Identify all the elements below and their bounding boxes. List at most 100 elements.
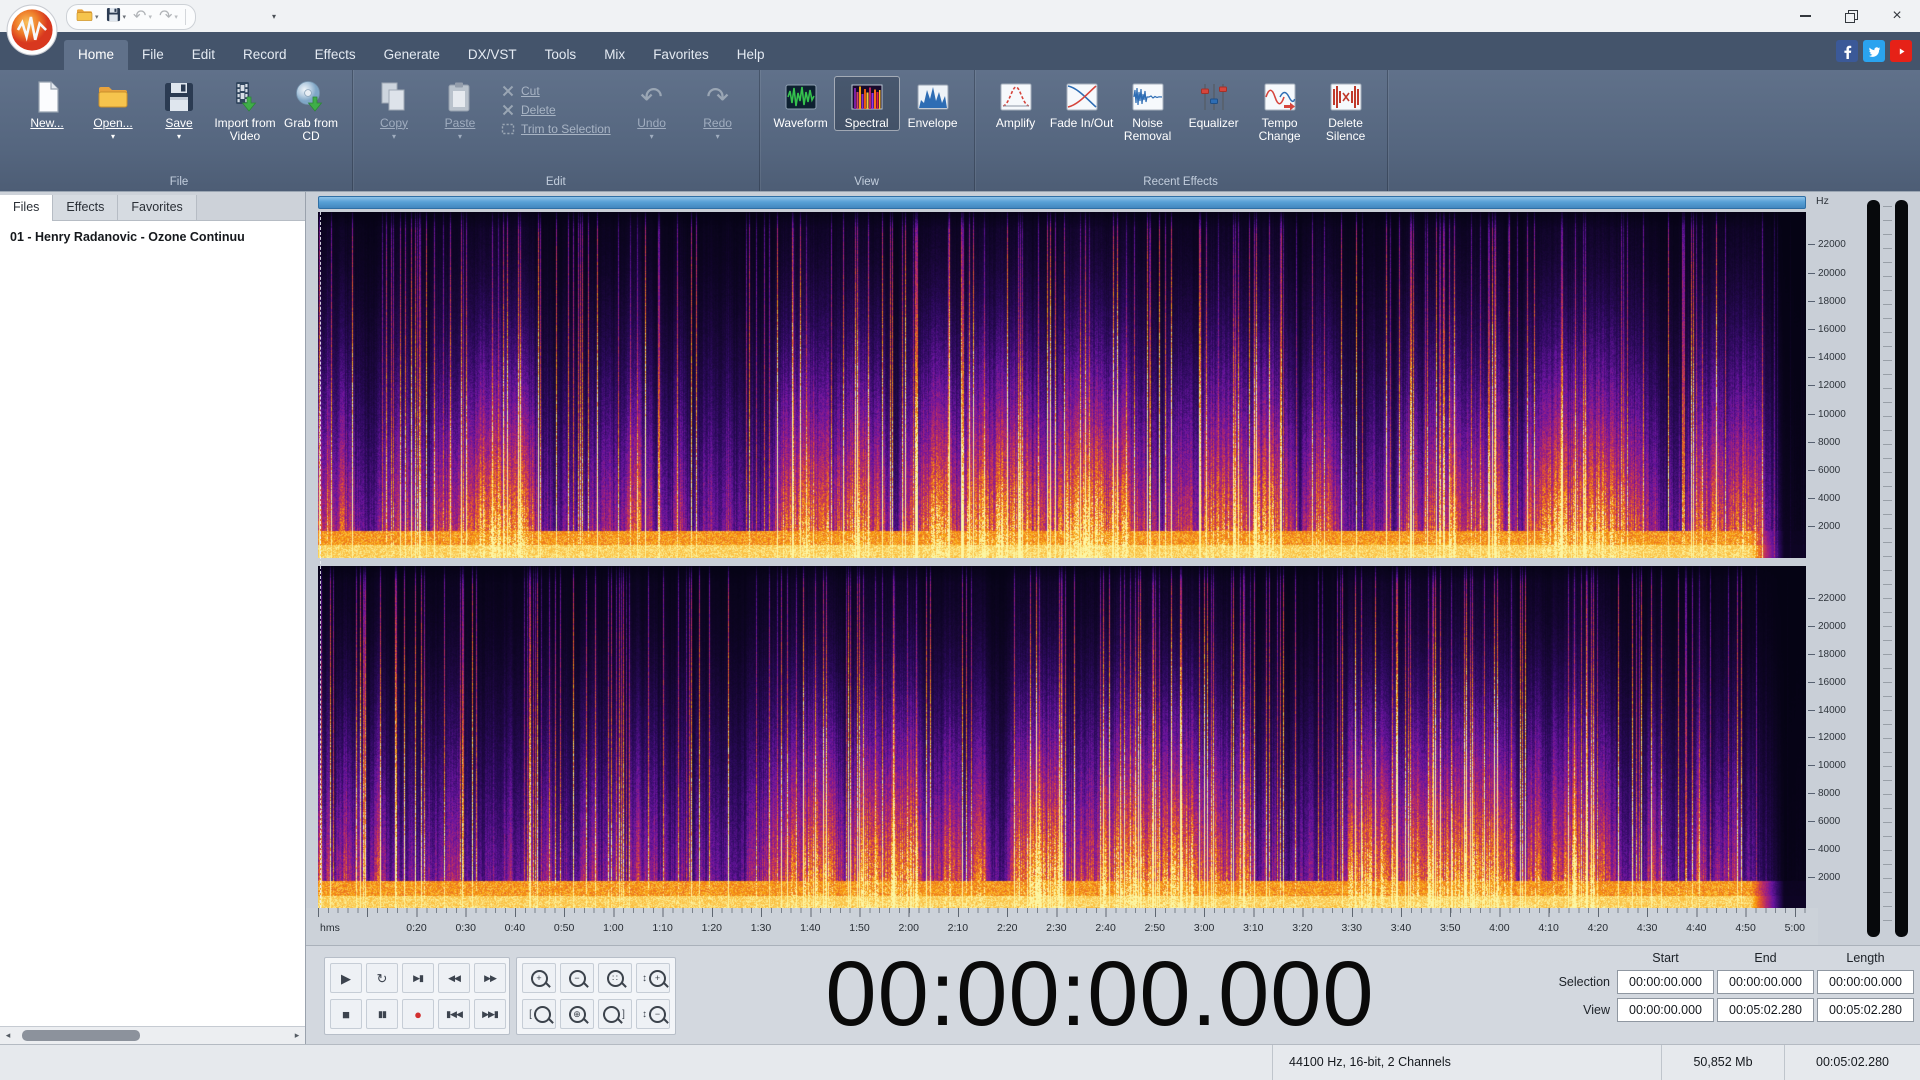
menu-tab-edit[interactable]: Edit <box>178 40 229 70</box>
selection-start-field[interactable]: 00:00:00.000 <box>1617 970 1714 994</box>
zoom-full-button[interactable]: ⊕ <box>560 999 594 1029</box>
selection-length-field[interactable]: 00:00:00.000 <box>1817 970 1914 994</box>
fade-in-out-button[interactable]: Fade In/Out <box>1049 76 1115 131</box>
minimize-button[interactable] <box>1782 0 1828 32</box>
record-button[interactable]: ● <box>402 999 434 1029</box>
pause-icon: ▮▮ <box>378 1008 387 1019</box>
delete-silence-button[interactable]: Delete Silence <box>1313 76 1379 144</box>
spectral-button[interactable]: Spectral <box>833 76 900 131</box>
menu-tab-home[interactable]: Home <box>64 40 129 70</box>
save-button[interactable]: Save ▾ <box>146 76 212 142</box>
sidebar-tab-effects[interactable]: Effects <box>53 195 119 220</box>
paste-button[interactable]: Paste ▾ <box>427 76 493 142</box>
menu-tab-generate[interactable]: Generate <box>370 40 454 70</box>
window-controls: × <box>1782 0 1920 32</box>
view-start-field[interactable]: 00:00:00.000 <box>1617 998 1714 1022</box>
time-tick-label: 1:00 <box>603 922 624 934</box>
time-ruler[interactable]: hms 0:20 0:30 0:40 0:50 1:00 1:10 1:20 1:30 1:40… <box>306 908 1818 945</box>
tempo-change-button[interactable]: Tempo Change <box>1247 76 1313 144</box>
undo-button[interactable]: ↶ Undo ▾ <box>619 76 685 142</box>
copy-button[interactable]: Copy ▾ <box>361 76 427 142</box>
qat-undo-button[interactable]: ↶ ▾ <box>133 8 152 26</box>
time-tick-label: 3:50 <box>1439 922 1461 934</box>
social-twitter-icon[interactable] <box>1863 40 1885 62</box>
pause-button[interactable]: ▮▮ <box>366 999 398 1029</box>
maximize-button[interactable] <box>1828 0 1874 32</box>
zoom-out-button[interactable]: − <box>560 963 594 993</box>
overview-position-bar[interactable] <box>318 196 1806 209</box>
qat-customize-button[interactable]: ▾ <box>268 12 280 21</box>
ribbon-group-label: File <box>169 176 189 188</box>
fast-forward-button[interactable]: ▶▶ <box>474 963 506 993</box>
social-facebook-icon[interactable] <box>1836 40 1858 62</box>
view-length-field[interactable]: 00:05:02.280 <box>1817 998 1914 1022</box>
menu-tab-record[interactable]: Record <box>229 40 301 70</box>
import-from-video-button[interactable]: Import from Video <box>212 76 278 144</box>
menu-tab-dx-vst[interactable]: DX/VST <box>454 40 531 70</box>
equalizer-button[interactable]: Equalizer <box>1181 76 1247 131</box>
play-to-end-button[interactable]: ▶▮ <box>402 963 434 993</box>
sidebar-horizontal-scrollbar[interactable]: ◂ ▸ <box>0 1026 305 1044</box>
zoom-vertical-out-button[interactable]: ↕ − <box>636 999 670 1029</box>
time-tick-label: 3:10 <box>1243 922 1264 934</box>
envelope-button[interactable]: Envelope <box>900 76 966 131</box>
transport-controls: ▶ ↻ ▶▮ ◀◀ ▶▶ ■ ▮▮ ● ▮◀◀ ▶▶▮ <box>324 957 510 1035</box>
qat-save-button[interactable]: ▾ <box>106 7 126 27</box>
noise-removal-button[interactable]: Noise Removal <box>1115 76 1181 144</box>
close-button[interactable]: × <box>1874 0 1920 32</box>
time-tick-label: 4:30 <box>1636 922 1658 934</box>
trim-to-selection-button[interactable]: Trim to Selection <box>501 122 611 136</box>
redo-button[interactable]: ↷ Redo ▾ <box>685 76 751 142</box>
waveform-button[interactable]: Waveform <box>768 76 834 131</box>
zoom-in-button[interactable]: + <box>522 963 556 993</box>
spectrogram-channel-right[interactable] <box>318 566 1806 908</box>
menu-tab-tools[interactable]: Tools <box>531 40 591 70</box>
dropdown-arrow-icon: ▾ <box>649 132 654 141</box>
menu-tab-mix[interactable]: Mix <box>590 40 639 70</box>
new-button[interactable]: New... <box>14 76 80 131</box>
zoom-reset-button[interactable]: ] <box>598 999 632 1029</box>
scroll-right-arrow-icon[interactable]: ▸ <box>289 1030 305 1041</box>
scrollbar-track[interactable] <box>16 1030 289 1041</box>
zoom-vertical-in-button[interactable]: ↕ + <box>636 963 670 993</box>
sidebar-tab-favorites[interactable]: Favorites <box>118 195 197 220</box>
qat-open-button[interactable]: ▾ <box>76 7 99 27</box>
tick-mark <box>1808 681 1815 683</box>
delete-button[interactable]: Delete <box>501 103 556 117</box>
selection-end-field[interactable]: 00:00:00.000 <box>1717 970 1814 994</box>
menu-tab-help[interactable]: Help <box>723 40 779 70</box>
amplify-button[interactable]: Amplify <box>983 76 1049 131</box>
file-list-item[interactable]: 01 - Henry Radanovic - Ozone Continuu <box>0 223 305 251</box>
wavepad-logo-icon[interactable] <box>6 4 58 56</box>
qat-redo-button[interactable]: ↷ ▾ <box>159 8 178 26</box>
ribbon-toolbar: New... Open... ▾ Save ▾ Import from Video Grab… <box>0 70 1920 192</box>
go-to-end-icon: ▶▶▮ <box>482 1008 499 1019</box>
sidebar-tab-files[interactable]: Files <box>0 195 54 221</box>
view-end-field[interactable]: 00:05:02.280 <box>1717 998 1814 1022</box>
scroll-left-arrow-icon[interactable]: ◂ <box>0 1030 16 1041</box>
open-button[interactable]: Open... ▾ <box>80 76 146 142</box>
zoom-level-button[interactable]: ∷ <box>598 963 632 993</box>
spectrogram-channel-left[interactable] <box>318 212 1806 558</box>
time-tick-label: 5:00 <box>1784 922 1806 934</box>
zoom-selection-button[interactable]: [ <box>522 999 556 1029</box>
go-to-start-button[interactable]: ▮◀◀ <box>438 999 470 1029</box>
loop-button[interactable]: ↻ <box>366 963 398 993</box>
social-youtube-icon[interactable] <box>1890 40 1912 62</box>
stop-button[interactable]: ■ <box>330 999 362 1029</box>
cut-button[interactable]: Cut <box>501 84 540 98</box>
play-button[interactable]: ▶ <box>330 963 362 993</box>
selection-row-label: Selection <box>1558 975 1610 989</box>
go-to-end-button[interactable]: ▶▶▮ <box>474 999 506 1029</box>
grab-from-cd-button[interactable]: Grab from CD <box>278 76 344 144</box>
selection-table: Start End Length Selection 00:00:00.000 00:00… <box>1548 950 1914 1022</box>
menu-tab-effects[interactable]: Effects <box>301 40 370 70</box>
open-folder-icon <box>96 80 130 114</box>
scrollbar-thumb[interactable] <box>22 1030 140 1041</box>
wavepad-window: ▾ ▾ ↶ ▾ ↷ ▾ ▾ × Home File Edit Record Effects Gene… <box>0 0 1920 1080</box>
freq-tick: 10000 <box>1808 760 1846 771</box>
menu-tab-file[interactable]: File <box>128 40 178 70</box>
dropdown-arrow-icon: ▾ <box>95 14 99 21</box>
rewind-button[interactable]: ◀◀ <box>438 963 470 993</box>
menu-tab-favorites[interactable]: Favorites <box>639 40 723 70</box>
